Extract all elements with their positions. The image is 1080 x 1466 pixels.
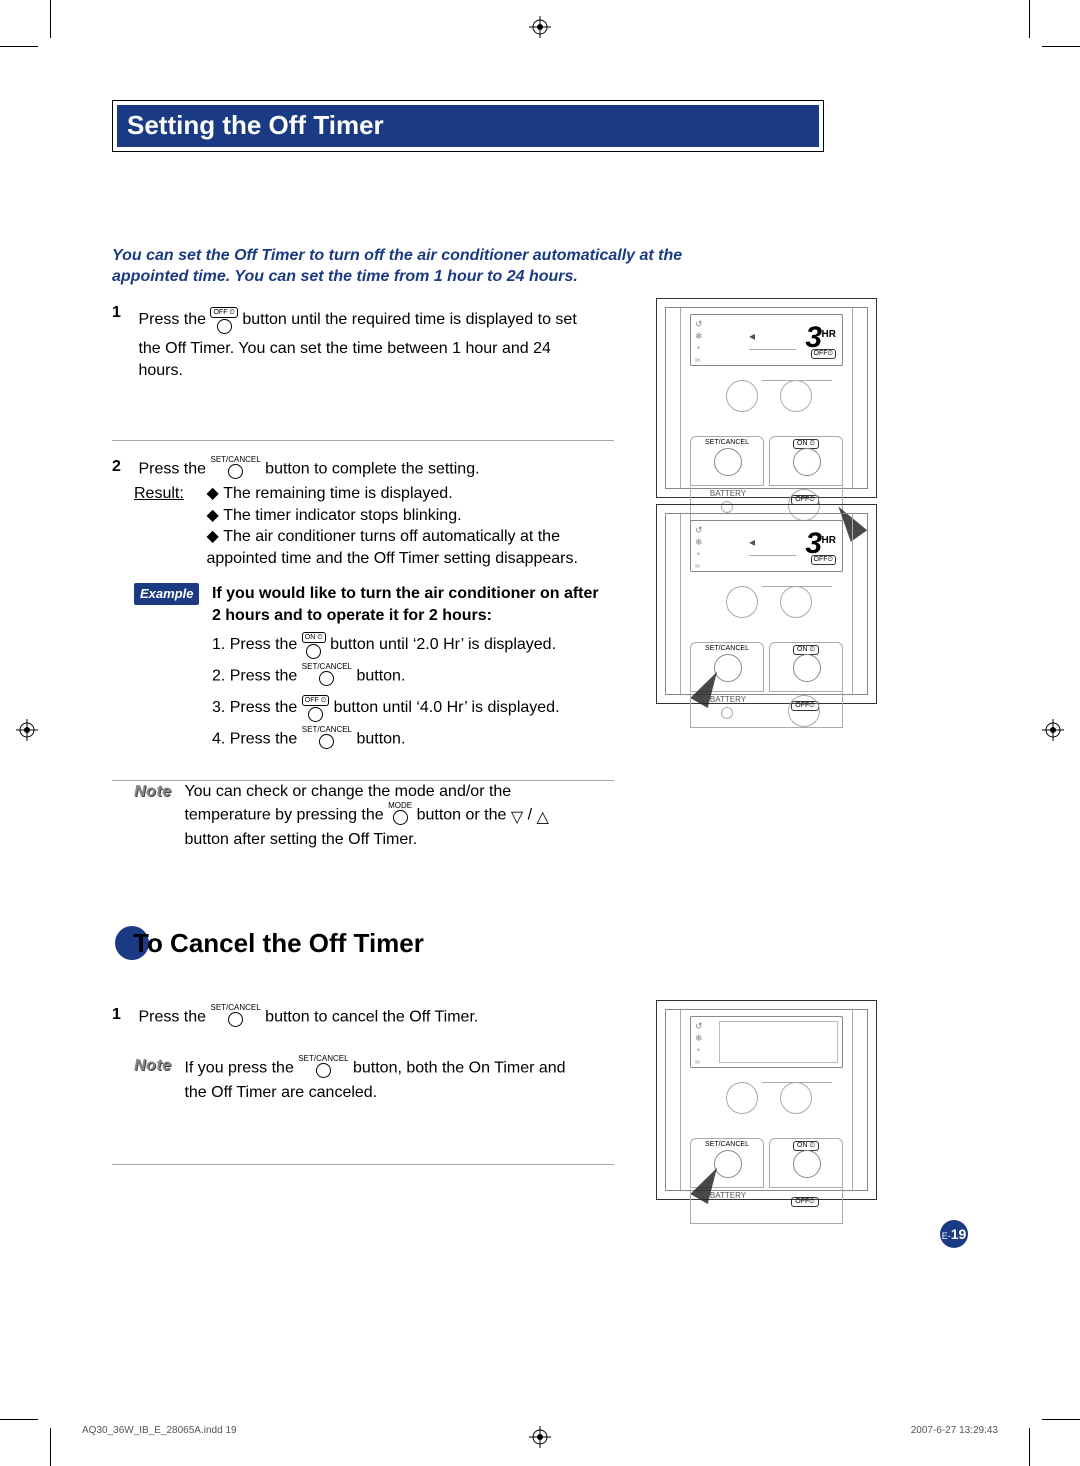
note-label: Note [134, 1055, 178, 1077]
on-timer-button-icon: ON ⏲ [302, 627, 326, 663]
set-cancel-button-icon: SET/CANCEL [302, 726, 352, 753]
example-badge: Example [134, 583, 199, 605]
section-title-box: Setting the Off Timer [112, 100, 824, 152]
set-cancel-button-icon: SET/CANCEL [298, 1055, 348, 1082]
result-bullets: ◆ The remaining time is displayed. ◆ The… [206, 483, 596, 569]
cancel-section-title: To Cancel the Off Timer [115, 926, 424, 960]
step-number: 2 [112, 456, 134, 478]
remote-illustration-1: ↺ ❄ ◔ ≈ ◂ 3 HR OFF⏲ SET/CANCEL ON ⏲ [656, 298, 877, 498]
registration-mark-icon [529, 1426, 551, 1448]
off-timer-button-icon: OFF ⏲ [302, 690, 329, 726]
divider [112, 780, 614, 781]
step-2: 2 Press the SET/CANCEL button to complet… [112, 456, 612, 851]
step-number: 1 [112, 302, 134, 324]
off-timer-button-icon: OFF ⏲ [210, 302, 237, 338]
step-2-text-pre: Press the [138, 461, 210, 478]
registration-mark-icon [1042, 719, 1064, 741]
step-1-text-pre: Press the [138, 311, 210, 328]
footer-timestamp: 2007-6-27 13:29:43 [911, 1425, 998, 1436]
step-2-text-post: button to complete the setting. [265, 461, 479, 478]
result-label: Result: [134, 483, 192, 505]
step-1: 1 Press the OFF ⏲ button until the requi… [112, 302, 612, 381]
set-cancel-button-icon: SET/CANCEL [210, 456, 260, 483]
footer-filename: AQ30_36W_IB_E_28065A.indd 19 [82, 1425, 237, 1436]
divider [112, 1164, 614, 1165]
cancel-step: 1 Press the SET/CANCEL button to cancel … [112, 1004, 612, 1104]
step-number: 1 [112, 1004, 134, 1026]
remote-illustration-3: ↺ ❄ ◔ ≈ SET/CANCEL ON ⏲ BATTERY OFF⏲ [656, 1000, 877, 1200]
up-triangle-icon: △ [537, 807, 549, 829]
registration-mark-icon [529, 16, 551, 38]
mode-button-icon: MODE [388, 802, 412, 829]
section-title: Setting the Off Timer [117, 105, 819, 147]
page-number: E-19 [940, 1220, 968, 1248]
divider [112, 440, 614, 441]
note-label: Note [134, 781, 178, 803]
set-cancel-button-icon: SET/CANCEL [210, 1004, 260, 1031]
intro-text: You can set the Off Timer to turn off th… [112, 246, 687, 288]
remote-illustration-2: ↺ ❄ ◔ ≈ ◂ 3 HR OFF⏲ SET/CANCEL ON ⏲ [656, 504, 877, 704]
example-heading: If you would like to turn the air condit… [212, 585, 599, 624]
down-triangle-icon: ▽ [511, 807, 523, 829]
registration-mark-icon [16, 719, 38, 741]
set-cancel-button-icon: SET/CANCEL [302, 663, 352, 690]
